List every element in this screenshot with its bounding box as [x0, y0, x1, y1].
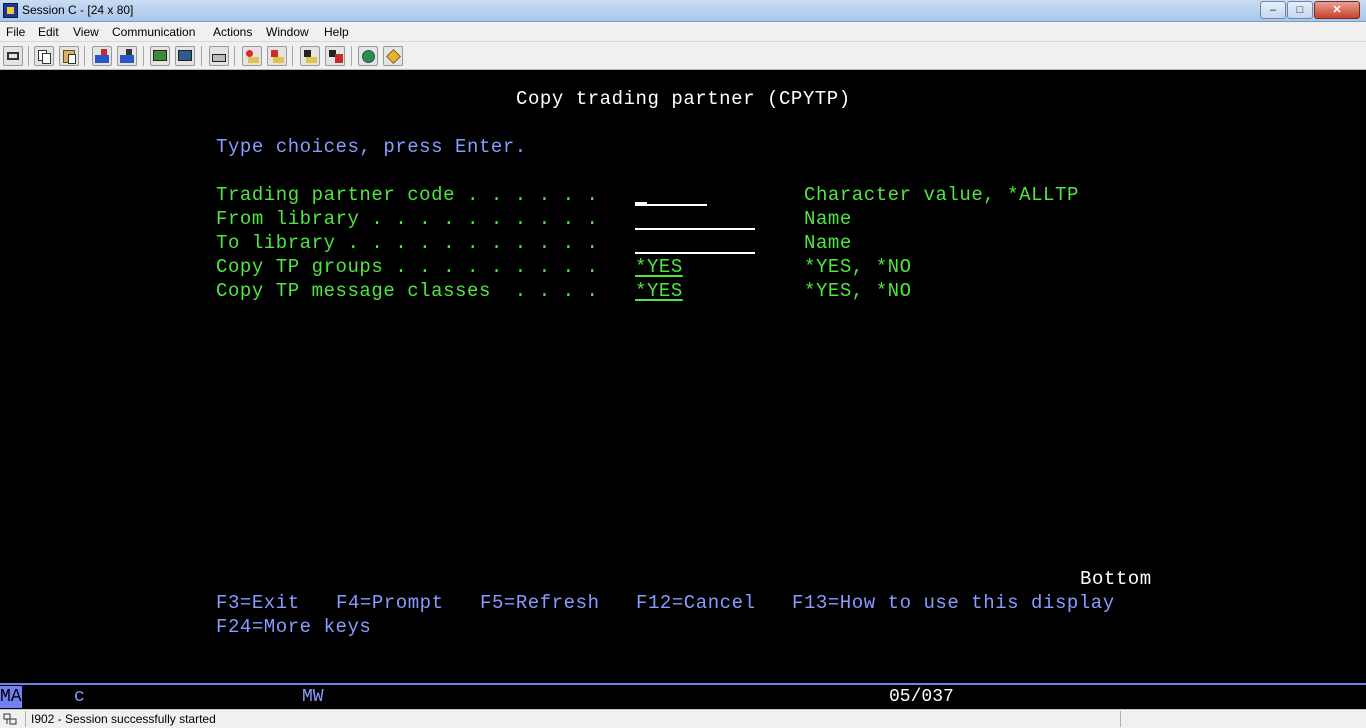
- menu-view[interactable]: View: [73, 25, 99, 39]
- oia-cursor-position: 05/037: [889, 687, 954, 707]
- copy-tp-groups-input[interactable]: *YES: [635, 256, 683, 278]
- send-icon[interactable]: [92, 46, 112, 66]
- field-label-from-library: From library . . . . . . . . . .: [216, 208, 599, 230]
- globe-icon[interactable]: [358, 46, 378, 66]
- field-hint-copy-tp-groups: *YES, *NO: [804, 256, 912, 278]
- terminal-screen[interactable]: Copy trading partner (CPYTP) Type choice…: [0, 70, 1366, 683]
- menu-actions[interactable]: Actions: [213, 25, 252, 39]
- session-app-icon[interactable]: [3, 3, 18, 18]
- menu-file[interactable]: File: [6, 25, 25, 39]
- fkey-f12-cancel[interactable]: F12=Cancel: [636, 592, 756, 614]
- position-indicator: Bottom: [1080, 568, 1152, 590]
- field-hint-trading-partner-code: Character value, *ALLTP: [804, 184, 1079, 206]
- fkey-f24-more-keys[interactable]: F24=More keys: [216, 616, 371, 638]
- instruction-text: Type choices, press Enter.: [216, 136, 527, 158]
- fkey-f5-refresh[interactable]: F5=Refresh: [480, 592, 600, 614]
- fkey-f3-exit[interactable]: F3=Exit: [216, 592, 300, 614]
- oia-mode: MW: [302, 687, 324, 707]
- print-screen-icon[interactable]: [3, 46, 23, 66]
- keyboard-icon[interactable]: [175, 46, 195, 66]
- field-label-copy-tp-groups: Copy TP groups . . . . . . . . .: [216, 256, 599, 278]
- display-icon[interactable]: [150, 46, 170, 66]
- field-label-trading-partner-code: Trading partner code . . . . . .: [216, 184, 599, 206]
- status-bar: I902 - Session successfully started: [0, 709, 1366, 728]
- edit-icon[interactable]: [383, 46, 403, 66]
- copy-tp-message-classes-input[interactable]: *YES: [635, 280, 683, 302]
- paste-icon[interactable]: [59, 46, 79, 66]
- window-title: Session C - [24 x 80]: [22, 3, 134, 17]
- minimize-button[interactable]: –: [1260, 1, 1286, 19]
- fkey-f4-prompt[interactable]: F4=Prompt: [336, 592, 444, 614]
- menu-window[interactable]: Window: [266, 25, 309, 39]
- field-label-to-library: To library . . . . . . . . . . .: [216, 232, 599, 254]
- from-library-input[interactable]: [635, 228, 755, 230]
- network-status-icon: [3, 713, 17, 725]
- receive-icon[interactable]: [117, 46, 137, 66]
- operator-information-area: MA c MW 05/037: [0, 685, 1366, 709]
- stop-play-icon[interactable]: [325, 46, 345, 66]
- screen-title: Copy trading partner (CPYTP): [516, 88, 851, 110]
- field-hint-from-library: Name: [804, 208, 852, 230]
- menu-bar: File Edit View Communication Actions Win…: [0, 22, 1366, 42]
- stop-macro-icon[interactable]: [300, 46, 320, 66]
- menu-help[interactable]: Help: [324, 25, 349, 39]
- oia-ma-indicator: MA: [0, 686, 22, 708]
- macro-icon[interactable]: [209, 46, 229, 66]
- close-button[interactable]: ✕: [1314, 1, 1360, 19]
- play-macro-icon[interactable]: [267, 46, 287, 66]
- title-bar: Session C - [24 x 80] – □ ✕: [0, 0, 1366, 22]
- maximize-button[interactable]: □: [1287, 1, 1313, 19]
- field-label-copy-tp-message-classes: Copy TP message classes . . . .: [216, 280, 599, 302]
- field-hint-to-library: Name: [804, 232, 852, 254]
- trading-partner-code-input[interactable]: [635, 204, 707, 206]
- fkey-f13-help[interactable]: F13=How to use this display: [792, 592, 1115, 614]
- menu-communication[interactable]: Communication: [112, 25, 195, 39]
- status-message: I902 - Session successfully started: [31, 712, 216, 726]
- record-macro-icon[interactable]: [242, 46, 262, 66]
- toolbar: [0, 42, 1366, 70]
- oia-session: c: [74, 687, 85, 707]
- to-library-input[interactable]: [635, 252, 755, 254]
- copy-icon[interactable]: [34, 46, 54, 66]
- menu-edit[interactable]: Edit: [38, 25, 59, 39]
- field-hint-copy-tp-message-classes: *YES, *NO: [804, 280, 912, 302]
